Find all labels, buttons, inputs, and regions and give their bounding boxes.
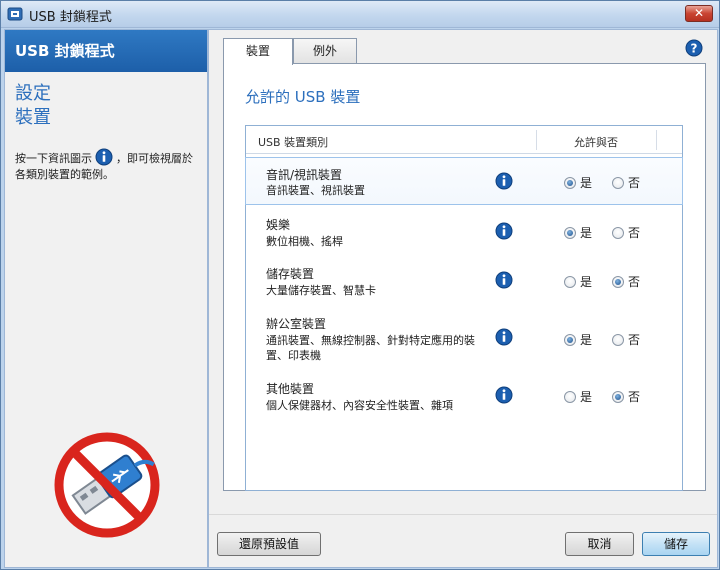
radio-yes-label: 是 <box>580 333 593 347</box>
radio-button[interactable] <box>564 176 576 189</box>
devices-tab-content: 允許的 USB 裝置 USB 裝置類別 允許與否 音訊/視訊裝置 音訊裝置、視訊… <box>223 63 706 491</box>
device-category-name: 娛樂 <box>266 218 291 232</box>
sidebar-heading-devices: 裝置 <box>15 107 51 128</box>
radio-no-label: 否 <box>628 176 641 190</box>
info-icon[interactable] <box>495 222 513 240</box>
info-icon[interactable] <box>495 271 513 289</box>
title-bar: USB 封鎖程式 ✕ <box>1 1 719 28</box>
device-category-name: 音訊/視訊裝置 <box>266 168 343 182</box>
radio-allow-yes[interactable]: 是 <box>564 331 592 348</box>
device-category-name: 儲存裝置 <box>266 267 315 281</box>
radio-button[interactable] <box>612 390 624 403</box>
info-icon[interactable] <box>495 386 513 404</box>
radio-no-label: 否 <box>628 226 641 240</box>
list-item-entertainment[interactable]: 娛樂 數位相機、搖桿 是 否 <box>246 210 682 256</box>
radio-yes-label: 是 <box>580 226 593 240</box>
radio-button[interactable] <box>564 226 576 239</box>
tab-exceptions[interactable]: 例外 <box>293 38 357 64</box>
device-category-desc: 通訊裝置、無線控制器、針對特定應用的裝置、印表機 <box>266 334 475 362</box>
info-icon[interactable] <box>495 172 513 190</box>
radio-allow-yes[interactable]: 是 <box>564 273 592 290</box>
radio-allow-no[interactable]: 否 <box>612 388 640 405</box>
list-item-office[interactable]: 辦公室裝置 通訊裝置、無線控制器、針對特定應用的裝置、印表機 是 否 <box>246 310 682 372</box>
radio-no-label: 否 <box>628 275 641 289</box>
device-category-desc: 數位相機、搖桿 <box>266 235 343 248</box>
usb-blocked-icon <box>54 432 160 538</box>
radio-button[interactable] <box>612 176 624 189</box>
radio-allow-yes[interactable]: 是 <box>564 174 592 191</box>
info-icon <box>95 148 113 166</box>
sidebar-desc-before: 按一下資訊圖示 <box>15 152 92 165</box>
radio-allow-yes[interactable]: 是 <box>564 224 592 241</box>
radio-button[interactable] <box>612 333 624 346</box>
radio-button[interactable] <box>564 275 576 288</box>
window-title: USB 封鎖程式 <box>29 10 112 25</box>
radio-button[interactable] <box>564 333 576 346</box>
device-category-name: 其他裝置 <box>266 382 315 396</box>
main-panel: 裝置 例外 ? 允許的 USB 裝置 USB 裝置類別 允許與否 音訊/視訊裝置… <box>208 29 718 568</box>
radio-yes-label: 是 <box>580 390 593 404</box>
radio-allow-yes[interactable]: 是 <box>564 388 592 405</box>
svg-text:?: ? <box>691 42 698 56</box>
radio-allow-no[interactable]: 否 <box>612 331 640 348</box>
info-icon[interactable] <box>495 328 513 346</box>
device-category-name: 辦公室裝置 <box>266 317 327 331</box>
cancel-button[interactable]: 取消 <box>565 532 634 556</box>
sidebar-heading-settings: 設定 <box>15 83 51 104</box>
sidebar-app-name: USB 封鎖程式 <box>15 42 115 60</box>
column-separator <box>656 130 657 150</box>
radio-no-label: 否 <box>628 333 641 347</box>
list-item-other[interactable]: 其他裝置 個人保健器材、內容安全性裝置、雜項 是 否 <box>246 375 682 421</box>
radio-button[interactable] <box>564 390 576 403</box>
tab-devices[interactable]: 裝置 <box>223 38 293 65</box>
radio-button[interactable] <box>612 275 624 288</box>
close-button[interactable]: ✕ <box>685 5 713 22</box>
device-category-desc: 音訊裝置、視訊裝置 <box>266 184 365 197</box>
radio-yes-label: 是 <box>580 275 593 289</box>
app-icon <box>7 7 23 21</box>
save-button[interactable]: 儲存 <box>642 532 710 556</box>
list-item-av-devices[interactable]: 音訊/視訊裝置 音訊裝置、視訊裝置 是 否 <box>245 157 683 205</box>
section-title: 允許的 USB 裝置 <box>245 88 361 106</box>
restore-defaults-button[interactable]: 還原預設值 <box>217 532 321 556</box>
device-category-list: USB 裝置類別 允許與否 音訊/視訊裝置 音訊裝置、視訊裝置 是 否 娛樂 數… <box>245 125 683 491</box>
radio-allow-no[interactable]: 否 <box>612 174 640 191</box>
usb-blocker-window: USB 封鎖程式 ✕ USB 封鎖程式 設定 裝置 按一下資訊圖示 ，即可檢視層… <box>0 0 720 570</box>
help-icon[interactable]: ? <box>685 39 703 57</box>
radio-yes-label: 是 <box>580 176 593 190</box>
sidebar-description: 按一下資訊圖示 ，即可檢視層於各類別裝置的範例。 <box>15 148 201 183</box>
device-category-desc: 個人保健器材、內容安全性裝置、雜項 <box>266 399 453 412</box>
column-header-category: USB 裝置類別 <box>258 136 329 149</box>
button-bar: 還原預設值 取消 儲存 <box>209 514 717 567</box>
sidebar: USB 封鎖程式 設定 裝置 按一下資訊圖示 ，即可檢視層於各類別裝置的範例。 <box>4 29 208 568</box>
radio-allow-no[interactable]: 否 <box>612 224 640 241</box>
radio-no-label: 否 <box>628 390 641 404</box>
radio-button[interactable] <box>612 226 624 239</box>
column-header-allowed: 允許與否 <box>574 136 618 149</box>
device-category-desc: 大量儲存裝置、智慧卡 <box>266 284 376 297</box>
list-item-storage[interactable]: 儲存裝置 大量儲存裝置、智慧卡 是 否 <box>246 260 682 306</box>
list-header: USB 裝置類別 允許與否 <box>246 126 682 154</box>
sidebar-header: USB 封鎖程式 <box>5 30 207 72</box>
radio-allow-no[interactable]: 否 <box>612 273 640 290</box>
